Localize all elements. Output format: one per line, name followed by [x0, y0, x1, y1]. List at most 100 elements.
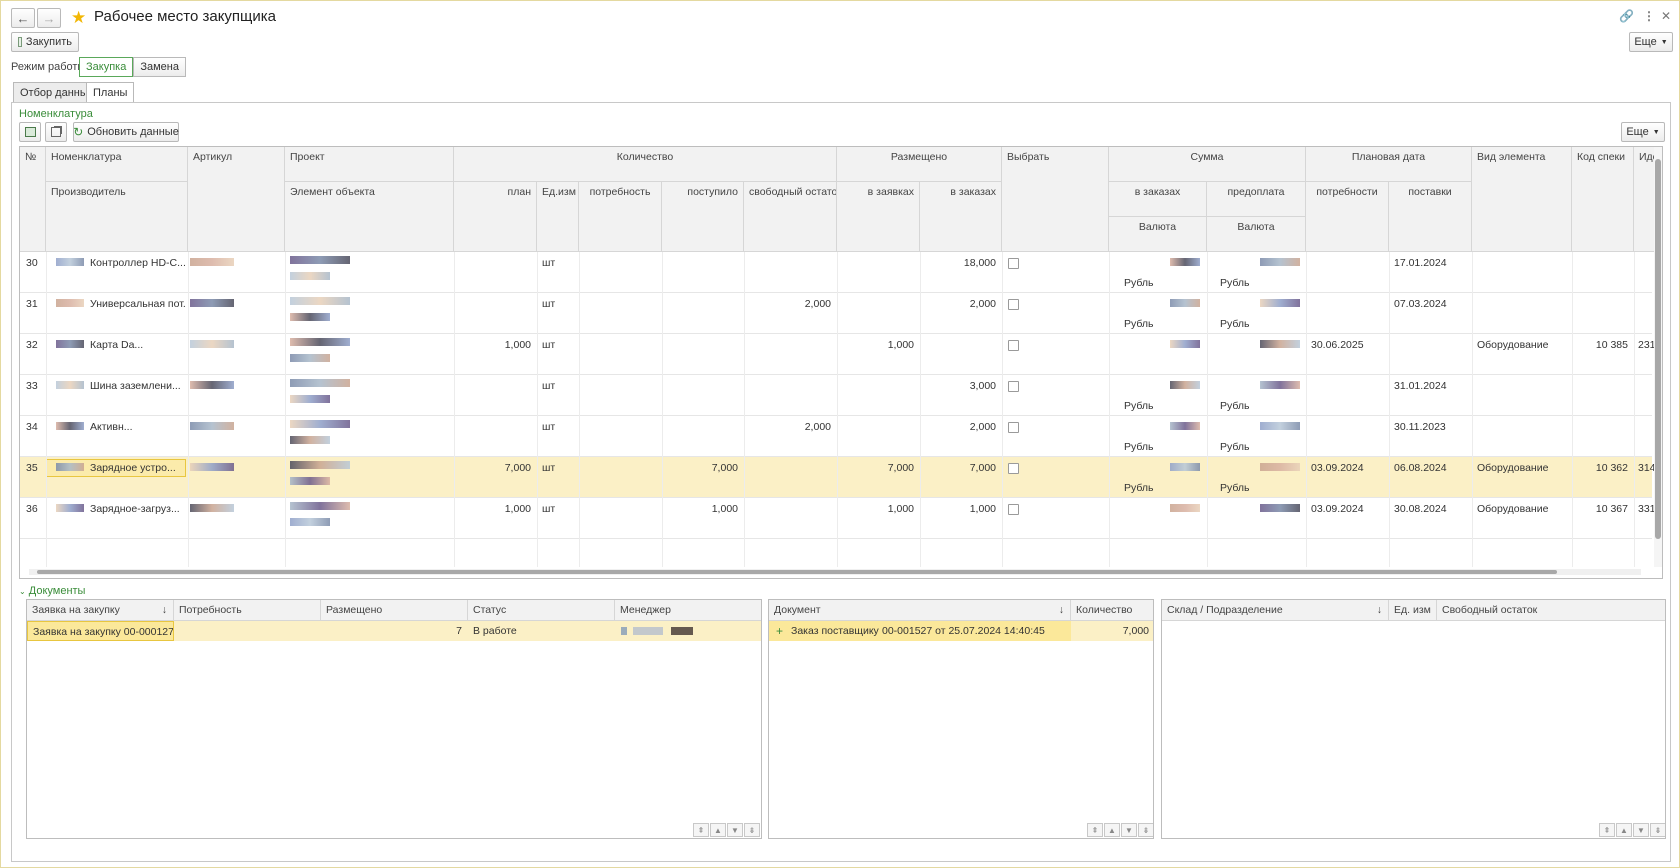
- col-header-need[interactable]: Потребность: [174, 600, 321, 621]
- col-header-element-type[interactable]: Вид элемента: [1472, 147, 1572, 252]
- col-header-manager[interactable]: Менеджер: [615, 600, 761, 621]
- col-header-status[interactable]: Статус: [468, 600, 615, 621]
- choose-checkbox[interactable]: [1008, 504, 1019, 515]
- prev-page-icon[interactable]: ▲: [1104, 823, 1120, 837]
- table-row[interactable]: 35 Зарядное устро... 7,000 шт 7,000 7,000 7,00…: [20, 457, 1656, 498]
- col-header-in-requests[interactable]: в заявках: [837, 182, 920, 252]
- redacted-content: [290, 395, 330, 403]
- col-header-num[interactable]: №: [20, 147, 46, 252]
- table-row[interactable]: Заявка на закупку 00-000127 ... 7 В рабо…: [27, 621, 761, 641]
- horizontal-scrollbar-thumb[interactable]: [37, 570, 1557, 574]
- last-page-icon[interactable]: ⇟: [1650, 823, 1665, 837]
- document-cell[interactable]: + Заказ поставщику 00-001527 от 25.07.20…: [769, 621, 1071, 641]
- prev-page-icon[interactable]: ▲: [1616, 823, 1632, 837]
- col-header-placed[interactable]: Размещено: [321, 600, 468, 621]
- first-page-icon[interactable]: ⇞: [1599, 823, 1615, 837]
- redacted-content: [190, 504, 234, 512]
- choose-checkbox[interactable]: [1008, 258, 1019, 269]
- col-header-date-need[interactable]: потребности: [1306, 182, 1389, 252]
- cell-in-ord: 18,000: [963, 257, 996, 269]
- col-header-in-orders[interactable]: в заказах: [920, 182, 1002, 252]
- nomenclature-more-button[interactable]: Еще ▼: [1621, 122, 1665, 142]
- col-header-quantity: Количество: [454, 147, 837, 182]
- redacted-content: [1170, 381, 1200, 389]
- mode-option-purchase[interactable]: Закупка: [79, 57, 134, 77]
- table-row[interactable]: 30 Контроллер HD-C... шт 18,000 17.01.2024 Ру…: [20, 252, 1652, 293]
- choose-checkbox[interactable]: [1008, 299, 1019, 310]
- col-header-producer[interactable]: Производитель: [46, 182, 188, 252]
- column-divider: [188, 252, 189, 567]
- cell-name: Контроллер HD-C...: [90, 257, 186, 269]
- choose-checkbox[interactable]: [1008, 463, 1019, 474]
- col-header-article[interactable]: Артикул: [188, 147, 285, 252]
- col-header-currency-1[interactable]: Валюта: [1109, 217, 1207, 252]
- select-all-button[interactable]: [19, 122, 41, 142]
- back-button[interactable]: ←: [11, 8, 35, 28]
- more-button[interactable]: Еще ▼: [1629, 32, 1673, 52]
- next-page-icon[interactable]: ▼: [1633, 823, 1649, 837]
- link-icon[interactable]: 🔗: [1619, 9, 1634, 23]
- cell-name: Универсальная пот...: [90, 298, 186, 310]
- cell-currency: Рубль: [1124, 318, 1154, 330]
- tab-plans[interactable]: Планы: [86, 82, 135, 103]
- col-header-unit[interactable]: Ед.изм: [537, 182, 579, 252]
- col-header-project[interactable]: Проект: [285, 147, 454, 182]
- choose-checkbox[interactable]: [1008, 422, 1019, 433]
- favorite-star-icon[interactable]: ★: [71, 8, 86, 28]
- documents-section-toggle[interactable]: ⌄ Документы: [19, 585, 85, 597]
- vertical-scrollbar[interactable]: [1654, 147, 1662, 567]
- buy-button[interactable]: Закупить: [11, 32, 79, 52]
- col-header-spec-code[interactable]: Код спеки: [1572, 147, 1634, 252]
- more-vertical-icon[interactable]: ⋮: [1643, 9, 1655, 23]
- mode-option-replace[interactable]: Замена: [133, 58, 185, 76]
- col-header-sum-orders[interactable]: в заказах: [1109, 182, 1207, 217]
- table-row[interactable]: 33 Шина заземлени... шт 3,000 31.01.2024 Рубл…: [20, 375, 1652, 416]
- orders-table: Документ ↓ Количество + Заказ поставщику …: [768, 599, 1154, 839]
- redacted-content: [290, 420, 350, 428]
- forward-button[interactable]: →: [37, 8, 61, 28]
- prev-page-icon[interactable]: ▲: [710, 823, 726, 837]
- table-row[interactable]: 34 Активн... шт 2,000 2,000 30.11.2023 Рубль Ру…: [20, 416, 1652, 457]
- col-header-currency-2[interactable]: Валюта: [1207, 217, 1306, 252]
- col-header-quantity[interactable]: Количество: [1071, 600, 1153, 621]
- col-header-nomenclature[interactable]: Номенклатура: [46, 147, 188, 182]
- col-header-object-element[interactable]: Элемент объекта: [285, 182, 454, 252]
- cell-date-sup: 30.11.2023: [1394, 421, 1446, 433]
- cell-type: Оборудование: [1477, 503, 1549, 515]
- next-page-icon[interactable]: ▼: [1121, 823, 1137, 837]
- col-header-document[interactable]: Документ ↓: [769, 600, 1071, 621]
- col-header-unit[interactable]: Ед. изм: [1389, 600, 1437, 621]
- next-page-icon[interactable]: ▼: [727, 823, 743, 837]
- vertical-scrollbar-thumb[interactable]: [1655, 159, 1661, 539]
- last-page-icon[interactable]: ⇟: [744, 823, 760, 837]
- col-header-choose[interactable]: Выбрать: [1002, 147, 1109, 252]
- col-header-free-stock[interactable]: Свободный остаток: [1437, 600, 1665, 621]
- table-row[interactable]: 31 Универсальная пот... шт 2,000 2,000 07.03.…: [20, 293, 1652, 334]
- col-header-received[interactable]: поступило: [662, 182, 744, 252]
- request-cell[interactable]: Заявка на закупку 00-000127 ...: [27, 621, 174, 641]
- copy-button[interactable]: [45, 122, 67, 142]
- redacted-content: [290, 502, 350, 510]
- col-header-need[interactable]: потребность: [579, 182, 662, 252]
- table-row[interactable]: + Заказ поставщику 00-001527 от 25.07.20…: [769, 621, 1153, 641]
- first-page-icon[interactable]: ⇞: [1087, 823, 1103, 837]
- table-row[interactable]: 32 Карта Da... 1,000 шт 1,000 30.06.2025 Обору…: [20, 334, 1656, 375]
- choose-checkbox[interactable]: [1008, 340, 1019, 351]
- table-row[interactable]: 36 Зарядное-загруз... 1,000 шт 1,000 1,000 1,0…: [20, 498, 1656, 539]
- chevron-down-icon: ▼: [1652, 128, 1660, 136]
- close-icon[interactable]: ✕: [1661, 9, 1671, 23]
- first-page-icon[interactable]: ⇞: [693, 823, 709, 837]
- col-header-warehouse[interactable]: Склад / Подразделение ↓: [1162, 600, 1389, 621]
- col-header-date-supply[interactable]: поставки: [1389, 182, 1472, 252]
- last-page-icon[interactable]: ⇟: [1138, 823, 1153, 837]
- col-header-plan[interactable]: план: [454, 182, 537, 252]
- col-header-request[interactable]: Заявка на закупку ↓: [27, 600, 174, 621]
- refresh-data-button[interactable]: ↻ Обновить данные: [73, 122, 179, 142]
- horizontal-scrollbar[interactable]: [29, 569, 1641, 575]
- cell-n: 36: [26, 503, 38, 515]
- column-divider: [454, 252, 455, 567]
- col-header-prepay[interactable]: предоплата: [1207, 182, 1306, 217]
- col-header-free-stock[interactable]: свободный остаток: [744, 182, 837, 252]
- choose-checkbox[interactable]: [1008, 381, 1019, 392]
- cell-in-req: 1,000: [887, 503, 914, 515]
